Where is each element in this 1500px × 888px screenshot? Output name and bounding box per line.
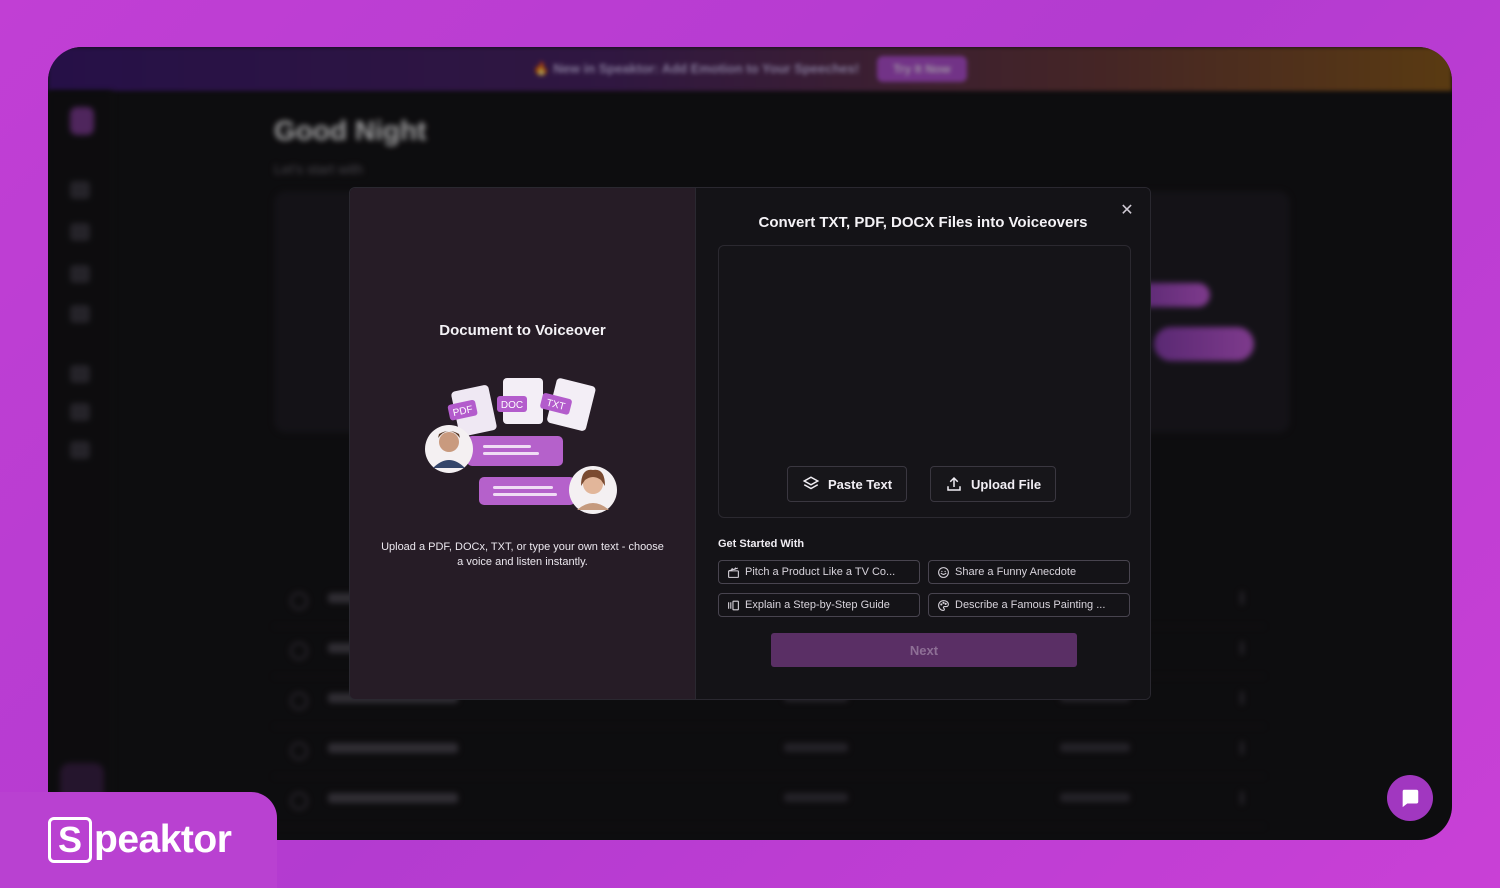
- brand-logo-text: peaktor: [94, 818, 232, 861]
- suggestion-label: Explain a Step-by-Step Guide: [745, 599, 890, 611]
- suggestion-chip[interactable]: Explain a Step-by-Step Guide: [718, 593, 920, 617]
- next-button[interactable]: Next: [771, 633, 1077, 667]
- suggestion-chip[interactable]: Pitch a Product Like a TV Co...: [718, 560, 920, 584]
- svg-text:DOC: DOC: [501, 400, 523, 411]
- suggestion-label: Pitch a Product Like a TV Co...: [745, 566, 896, 578]
- brand-logo-mark: S: [48, 817, 92, 863]
- modal-info-panel: Document to Voiceover PDF DOC TXT Upload…: [350, 188, 695, 699]
- close-icon[interactable]: ✕: [1118, 202, 1136, 220]
- suggestion-chip[interactable]: Share a Funny Anecdote: [928, 560, 1130, 584]
- modal-title: Convert TXT, PDF, DOCX Files into Voiceo…: [758, 214, 1088, 231]
- upload-file-label: Upload File: [971, 476, 1042, 492]
- get-started-label: Get Started With: [718, 538, 805, 550]
- app-window: 🔥 New in Speaktor: Add Emotion to Your S…: [48, 47, 1452, 840]
- steps-icon: [728, 600, 739, 610]
- info-description: Upload a PDF, DOCx, TXT, or type your ow…: [381, 541, 664, 568]
- suggestion-label: Share a Funny Anecdote: [955, 566, 1077, 578]
- upload-file-button[interactable]: Upload File: [930, 466, 1057, 502]
- clapperboard-icon: [728, 566, 739, 578]
- modal-main-panel: Convert TXT, PDF, DOCX Files into Voiceo…: [695, 188, 1150, 699]
- paste-text-label: Paste Text: [828, 476, 893, 492]
- brand-watermark: S peaktor: [0, 792, 277, 888]
- suggestion-chip[interactable]: Describe a Famous Painting ...: [928, 593, 1130, 617]
- info-title: Document to Voiceover: [439, 322, 606, 339]
- document-to-voiceover-modal: Document to Voiceover PDF DOC TXT Upload…: [349, 187, 1151, 700]
- layers-icon: [802, 476, 820, 490]
- chat-icon: [1402, 789, 1419, 808]
- text-input-area[interactable]: Paste Text Upload File: [718, 245, 1131, 518]
- smiley-icon: [938, 566, 949, 578]
- upload-icon: [947, 476, 961, 491]
- chat-support-button[interactable]: [1387, 775, 1433, 821]
- paste-text-button[interactable]: Paste Text: [787, 466, 908, 502]
- suggestion-label: Describe a Famous Painting ...: [955, 599, 1106, 611]
- document-illustration: PDF DOC TXT: [425, 378, 617, 514]
- palette-icon: [938, 599, 949, 611]
